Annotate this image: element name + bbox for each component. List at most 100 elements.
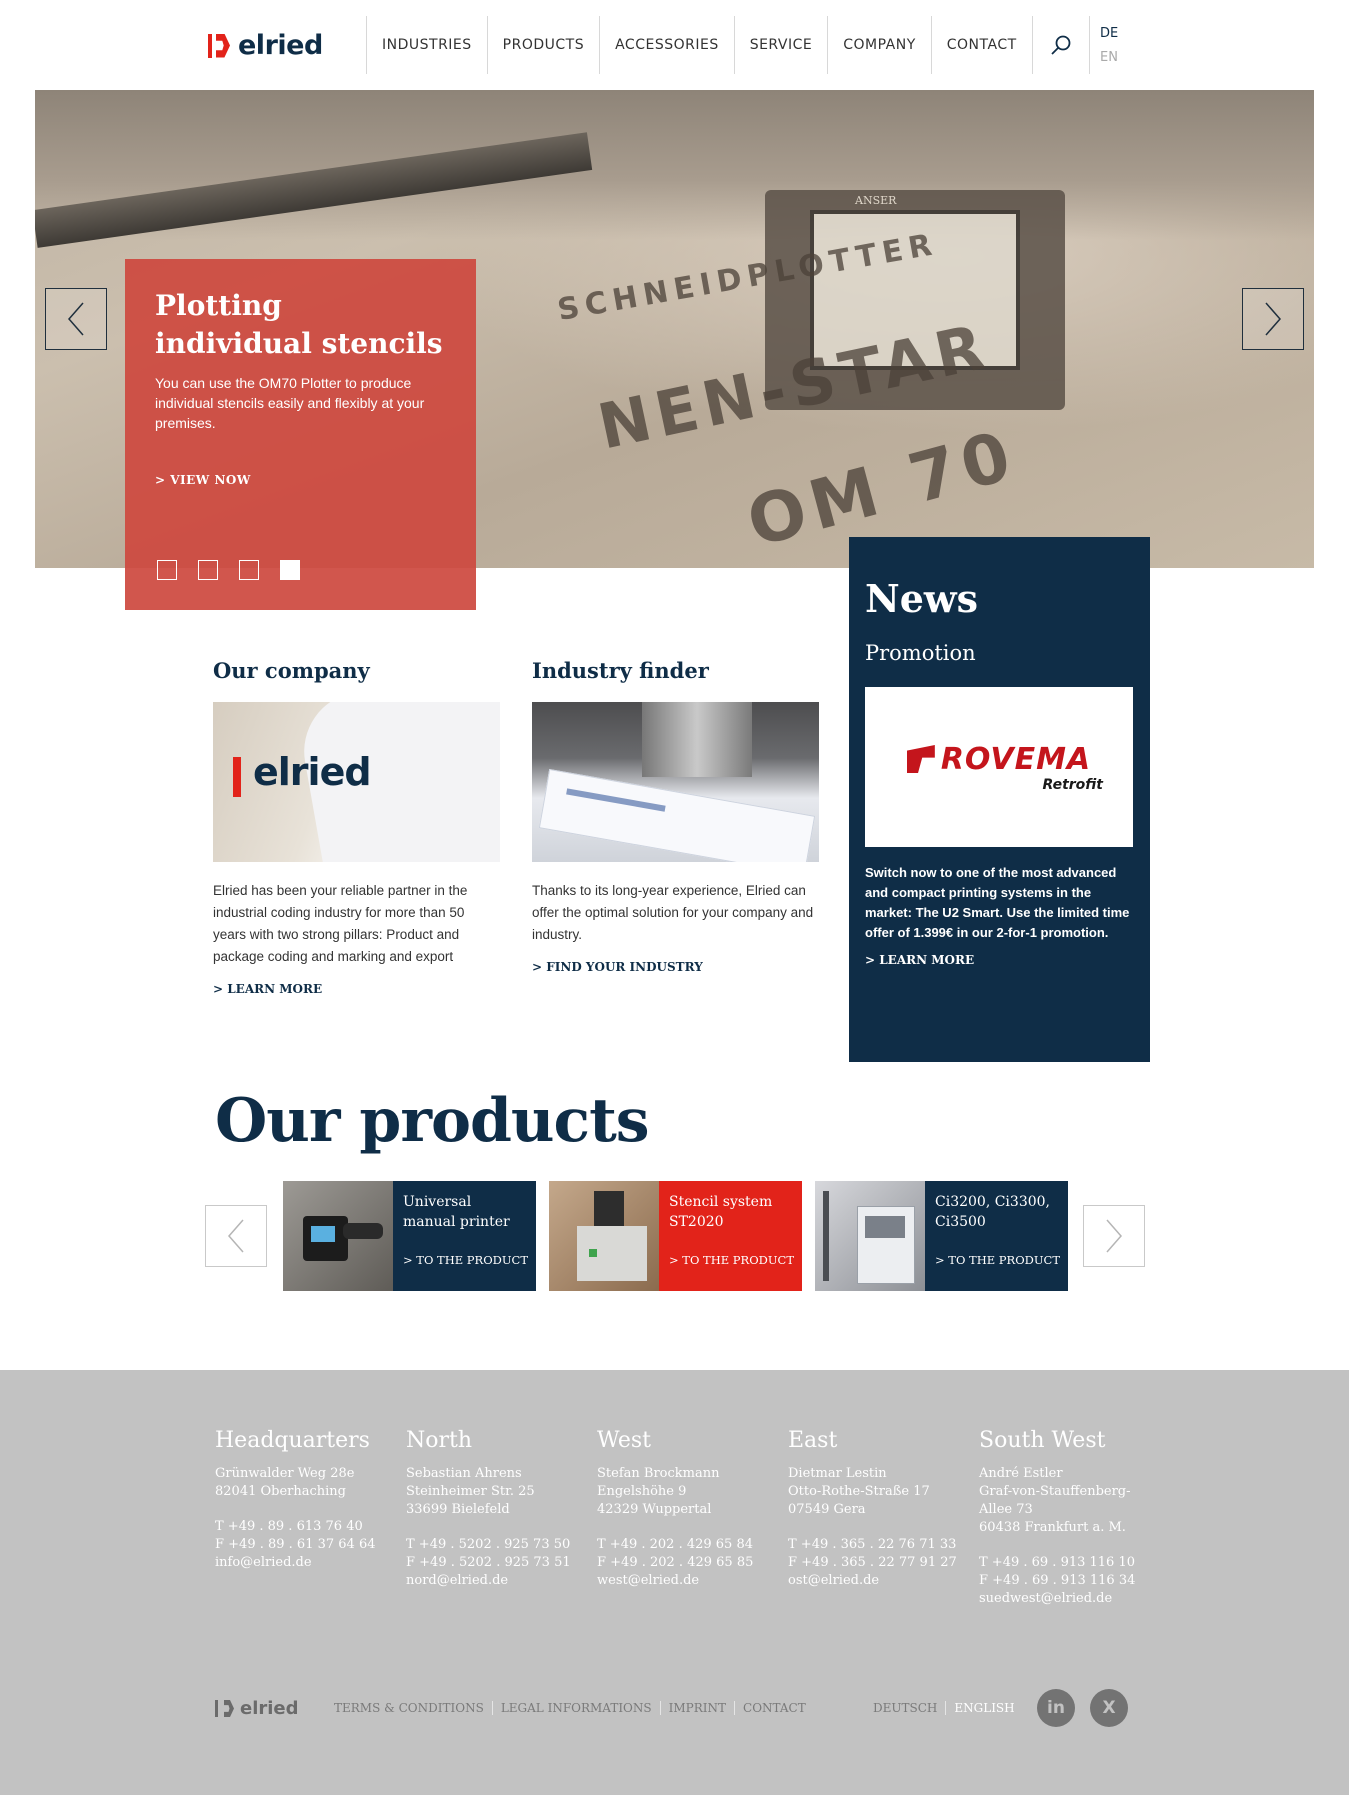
email-link[interactable]: nord@elried.de <box>406 1572 586 1590</box>
slide-text: You can use the OM70 Plotter to produce … <box>155 375 425 431</box>
email-link[interactable]: suedwest@elried.de <box>979 1590 1159 1608</box>
find-your-industry-link[interactable]: > FIND YOUR INDUSTRY <box>532 960 819 974</box>
footer-col-title: North <box>406 1428 473 1453</box>
chevron-right-icon <box>1106 1219 1122 1253</box>
logo[interactable]: elried <box>208 30 323 61</box>
product-name: Stencil system ST2020 <box>669 1194 773 1230</box>
chevron-left-icon <box>68 302 84 336</box>
address-line: Allee 73 <box>979 1502 1033 1517</box>
footer-col-east: East Dietmar Lestin Otto-Rothe-Straße 17… <box>788 1428 968 1590</box>
address-line: 33699 Bielefeld <box>406 1502 510 1517</box>
hero-device-label: ANSER <box>855 194 897 207</box>
footer-logo[interactable]: elried <box>215 1698 299 1719</box>
email-link[interactable]: info@elried.de <box>215 1554 395 1572</box>
footer-link-terms[interactable]: TERMS & CONDITIONS <box>334 1701 492 1715</box>
industry-finder-teaser: Industry finder Thanks to its long-year … <box>532 658 819 974</box>
learn-more-link[interactable]: > LEARN MORE <box>213 982 500 996</box>
product-info: Stencil system ST2020 > TO THE PRODUCT <box>659 1181 802 1291</box>
rovema-logo-image[interactable]: ROVEMA Retrofit <box>865 687 1133 847</box>
header: elried INDUSTRIES PRODUCTS ACCESSORIES S… <box>0 0 1349 90</box>
phone: T +49 . 202 . 429 65 84 <box>597 1537 754 1552</box>
nav-item-service[interactable]: SERVICE <box>733 16 828 74</box>
rovema-mark-icon <box>906 745 935 773</box>
to-the-product-link[interactable]: > TO THE PRODUCT <box>669 1253 794 1267</box>
fax: F +49 . 89 . 61 37 64 64 <box>215 1537 376 1552</box>
footer-lang-english[interactable]: ENGLISH <box>945 1701 1015 1715</box>
our-company-teaser: Our company elried Elried has been your … <box>213 658 500 996</box>
footer-col-title: East <box>788 1428 838 1453</box>
nav-item-products[interactable]: PRODUCTS <box>486 16 599 74</box>
nav-item-company[interactable]: COMPANY <box>827 16 931 74</box>
industry-finder-image[interactable] <box>532 702 819 862</box>
fax: F +49 . 202 . 429 65 85 <box>597 1555 754 1570</box>
address-line: André Estler <box>979 1466 1063 1481</box>
product-image <box>815 1181 925 1291</box>
industry-finder-title: Industry finder <box>532 658 709 683</box>
email-link[interactable]: ost@elried.de <box>788 1572 968 1590</box>
linkedin-icon[interactable]: in <box>1037 1689 1075 1727</box>
slider-dot-1[interactable] <box>157 560 177 580</box>
our-company-title: Our company <box>213 658 370 683</box>
news-learn-more-link[interactable]: > LEARN MORE <box>865 953 1134 967</box>
footer-col-title: Headquarters <box>215 1428 370 1453</box>
news-text: Switch now to one of the most advanced a… <box>865 865 1130 940</box>
address-line: 07549 Gera <box>788 1502 866 1517</box>
footer-links: TERMS & CONDITIONS LEGAL INFORMATIONS IM… <box>334 1701 814 1715</box>
address-line: 82041 Oberhaching <box>215 1484 347 1499</box>
news-subtitle: Promotion <box>865 641 976 665</box>
hero-slide-card: Plotting individual stencils You can use… <box>125 259 476 610</box>
news-panel: News Promotion ROVEMA Retrofit Switch no… <box>849 537 1150 1062</box>
product-card-ci-series[interactable]: Ci3200, Ci3300, Ci3500 > TO THE PRODUCT <box>815 1181 1068 1291</box>
footer-col-west: West Stefan Brockmann Engelshöhe 9 42329… <box>597 1428 777 1590</box>
nav-item-accessories[interactable]: ACCESSORIES <box>599 16 734 74</box>
products-next-button[interactable] <box>1083 1205 1145 1267</box>
product-info: Ci3200, Ci3300, Ci3500 > TO THE PRODUCT <box>925 1181 1068 1291</box>
slide-view-now-link[interactable]: > VIEW NOW <box>155 473 446 487</box>
chevron-right-icon <box>1265 302 1281 336</box>
nav-item-industries[interactable]: INDUSTRIES <box>366 16 487 74</box>
footer-col-north: North Sebastian Ahrens Steinheimer Str. … <box>406 1428 586 1590</box>
address-line: Dietmar Lestin <box>788 1466 887 1481</box>
hero-next-button[interactable] <box>1242 288 1304 350</box>
product-card-stencil-system[interactable]: Stencil system ST2020 > TO THE PRODUCT <box>549 1181 802 1291</box>
lang-de[interactable]: DE <box>1100 22 1118 46</box>
address-line: Steinheimer Str. 25 <box>406 1484 535 1499</box>
address-line: 60438 Frankfurt a. M. <box>979 1520 1126 1535</box>
footer-col-south-west: South West André Estler Graf-von-Stauffe… <box>979 1428 1159 1608</box>
product-card-manual-printer[interactable]: Universal manual printer > TO THE PRODUC… <box>283 1181 536 1291</box>
to-the-product-link[interactable]: > TO THE PRODUCT <box>935 1253 1060 1267</box>
footer-link-contact[interactable]: CONTACT <box>734 1701 814 1715</box>
industry-finder-text: Thanks to its long-year experience, Elri… <box>532 883 814 942</box>
address-line: Stefan Brockmann <box>597 1466 720 1481</box>
our-company-image[interactable]: elried <box>213 702 500 862</box>
search-icon <box>1051 35 1071 55</box>
footer-language-switch: DEUTSCH ENGLISH <box>873 1701 1015 1715</box>
slider-dot-2[interactable] <box>198 560 218 580</box>
product-name: Ci3200, Ci3300, Ci3500 <box>935 1194 1050 1230</box>
footer-link-imprint[interactable]: IMPRINT <box>659 1701 734 1715</box>
lang-en[interactable]: EN <box>1100 46 1118 70</box>
xing-icon[interactable]: X <box>1090 1689 1128 1727</box>
footer: Headquarters Grünwalder Weg 28e 82041 Ob… <box>0 1370 1349 1795</box>
slider-dot-3[interactable] <box>239 560 259 580</box>
fax: F +49 . 69 . 913 116 34 <box>979 1573 1136 1588</box>
main-nav: INDUSTRIES PRODUCTS ACCESSORIES SERVICE … <box>366 16 1090 74</box>
footer-col-title: West <box>597 1428 651 1453</box>
hero-prev-button[interactable] <box>45 288 107 350</box>
fax: F +49 . 365 . 22 77 91 27 <box>788 1555 957 1570</box>
footer-bottom-bar: elried TERMS & CONDITIONS LEGAL INFORMAT… <box>0 1686 1349 1727</box>
address-line: Otto-Rothe-Straße 17 <box>788 1484 930 1499</box>
nav-item-contact[interactable]: CONTACT <box>930 16 1032 74</box>
to-the-product-link[interactable]: > TO THE PRODUCT <box>403 1253 528 1267</box>
footer-logo-arrow-icon <box>224 1700 234 1717</box>
products-title: Our products <box>215 1086 650 1156</box>
footer-link-legal[interactable]: LEGAL INFORMATIONS <box>491 1701 660 1715</box>
slider-dot-4[interactable] <box>280 560 300 580</box>
news-title: News <box>865 576 979 621</box>
email-link[interactable]: west@elried.de <box>597 1572 777 1590</box>
footer-lang-deutsch[interactable]: DEUTSCH <box>873 1701 945 1715</box>
search-button[interactable] <box>1031 16 1090 74</box>
products-prev-button[interactable] <box>205 1205 267 1267</box>
our-company-text: Elried has been your reliable partner in… <box>213 883 468 964</box>
footer-logo-bar-icon <box>215 1700 218 1717</box>
